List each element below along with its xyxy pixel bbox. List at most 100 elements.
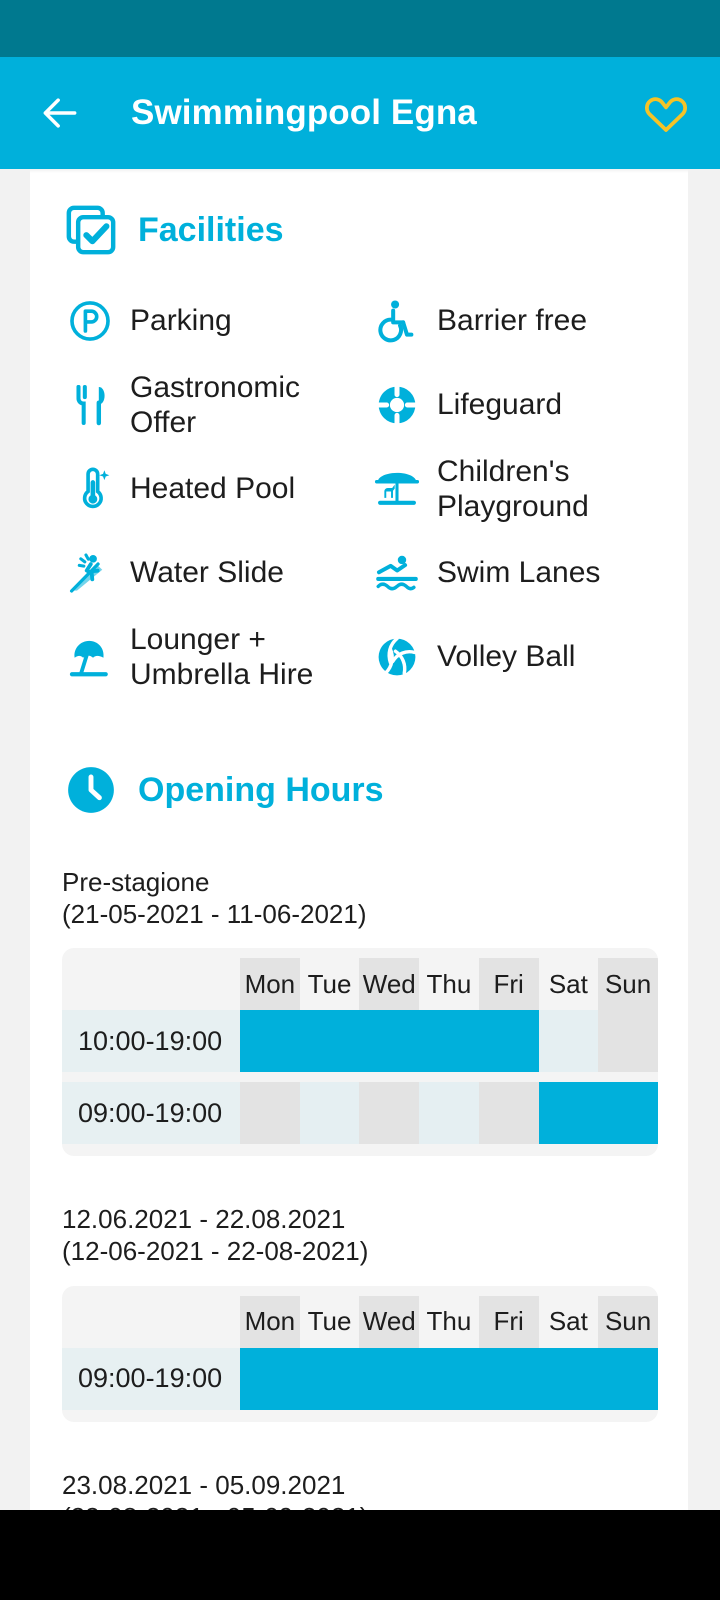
day-header-thu: Thu [419,1295,479,1348]
facility-heated-pool[interactable]: Heated Pool [64,447,371,531]
facilities-grid: Parking Barrier free Gastronomic Offer L… [30,259,688,699]
facility-water-slide[interactable]: Water Slide [64,531,371,615]
table-row: 09:00-19:00 [62,1347,658,1410]
detail-card: Facilities Parking Barrier free Gastrono… [30,169,688,1510]
day-cell-mon [240,1010,300,1073]
schedule-period-label: 23.08.2021 - 05.09.2021 (23-08-2021 - 05… [62,1469,368,1510]
app-screen: Swimmingpool Egna Facilities Parking Bar… [0,0,720,1600]
back-button[interactable] [34,87,86,139]
facility-label: Lounger + Umbrella Hire [130,622,314,691]
facility-volley-ball[interactable]: Volley Ball [371,615,678,699]
day-cell-tue [299,1010,360,1073]
day-cell-sat [538,1347,599,1410]
day-cell-fri [478,1347,539,1410]
schedule-block: 23.08.2021 - 05.09.2021 (23-08-2021 - 05… [30,1470,688,1510]
day-cell-tue [299,1347,360,1410]
favorite-button[interactable] [638,85,694,141]
day-header-wed: Wed [359,958,420,1011]
day-header-fri: Fri [478,958,539,1011]
facility-barrier-free[interactable]: Barrier free [371,279,678,363]
status-bar [0,0,720,57]
wheelchair-icon [371,295,423,347]
facility-childrens-playground[interactable]: Children's Playground [371,447,678,531]
volleyball-icon [371,631,423,683]
day-cell-fri [478,1082,539,1145]
table-header-row: Mon Tue Wed Thu Fri Sat Sun [62,1295,658,1348]
facility-lounger-umbrella-hire[interactable]: Lounger + Umbrella Hire [64,615,371,699]
day-header-tue: Tue [299,958,360,1011]
day-header-mon: Mon [240,958,300,1011]
day-header-sun: Sun [598,1295,658,1348]
facility-label: Children's Playground [437,454,589,523]
row-spacer [62,1072,658,1083]
table-row: 09:00-19:00 [62,1082,658,1145]
facility-lifeguard[interactable]: Lifeguard [371,363,678,447]
opening-hours-title: Opening Hours [138,770,384,809]
facility-parking[interactable]: Parking [64,279,371,363]
schedule-block: 12.06.2021 - 22.08.2021 (12-06-2021 - 22… [30,1204,688,1422]
day-cell-sun [598,1082,658,1145]
day-header-thu: Thu [419,958,479,1011]
day-header-fri: Fri [478,1295,539,1348]
facility-label: Volley Ball [437,640,576,674]
day-cell-fri [478,1010,539,1073]
facility-gastronomic-offer[interactable]: Gastronomic Offer [64,363,371,447]
app-bar: Swimmingpool Egna [0,57,720,169]
time-column-header [62,958,240,1010]
facility-label: Lifeguard [437,388,563,422]
schedule-period-label: Pre-stagione (21-05-2021 - 11-06-2021) [62,867,367,929]
heart-icon [645,97,687,132]
day-header-wed: Wed [359,1295,420,1348]
day-header-sun: Sun [598,958,658,1011]
facility-label: Gastronomic Offer [130,370,301,439]
facility-label: Heated Pool [130,472,296,506]
table-header-row: Mon Tue Wed Thu Fri Sat Sun [62,958,658,1011]
facility-label: Parking [130,304,232,338]
swimmer-icon [371,547,423,599]
day-cell-mon [240,1082,300,1145]
day-header-tue: Tue [299,1295,360,1348]
parking-icon [64,295,116,347]
day-header-mon: Mon [240,1295,300,1348]
day-cell-sat [538,1082,599,1145]
day-cell-wed [359,1082,420,1145]
facility-label: Barrier free [437,304,588,338]
day-cell-wed [359,1010,420,1073]
carousel-icon [371,463,423,515]
time-range-label: 09:00-19:00 [62,1082,240,1145]
clock-icon [62,761,120,819]
day-header-sat: Sat [538,1295,599,1348]
time-range-label: 09:00-19:00 [62,1347,240,1410]
schedule-table: Mon Tue Wed Thu Fri Sat Sun 09:00-19:00 [62,1285,658,1422]
facility-swim-lanes[interactable]: Swim Lanes [371,531,678,615]
facilities-section-header: Facilities [30,169,688,259]
day-cell-wed [359,1347,420,1410]
opening-hours-section-header: Opening Hours [30,699,688,819]
content-scroll-area[interactable]: Facilities Parking Barrier free Gastrono… [0,169,720,1510]
cutlery-icon [64,379,116,431]
facility-label: Swim Lanes [437,556,601,590]
checklist-icon [62,201,120,259]
schedule-block: Pre-stagione (21-05-2021 - 11-06-2021) M… [30,867,688,1157]
thermometer-icon [64,463,116,515]
arrow-left-icon [43,98,77,128]
water-slide-icon [64,547,116,599]
facility-label: Water Slide [130,556,284,590]
day-cell-thu [419,1082,479,1145]
day-cell-sun [598,1347,658,1410]
day-cell-tue [299,1082,360,1145]
day-cell-thu [419,1347,479,1410]
table-row: 10:00-19:00 [62,1010,658,1073]
day-cell-thu [419,1010,479,1073]
facilities-title: Facilities [138,210,284,249]
page-title: Swimmingpool Egna [131,93,477,132]
beach-umbrella-icon [64,631,116,683]
system-navigation-bar [0,1510,720,1600]
schedule-table: Mon Tue Wed Thu Fri Sat Sun 10:00-19:00 … [62,948,658,1157]
lifebuoy-icon [371,379,423,431]
day-cell-sun [598,1010,658,1073]
schedule-period-label: 12.06.2021 - 22.08.2021 (12-06-2021 - 22… [62,1204,369,1267]
time-range-label: 10:00-19:00 [62,1010,240,1073]
day-cell-sat [538,1010,599,1073]
time-column-header [62,1296,240,1348]
